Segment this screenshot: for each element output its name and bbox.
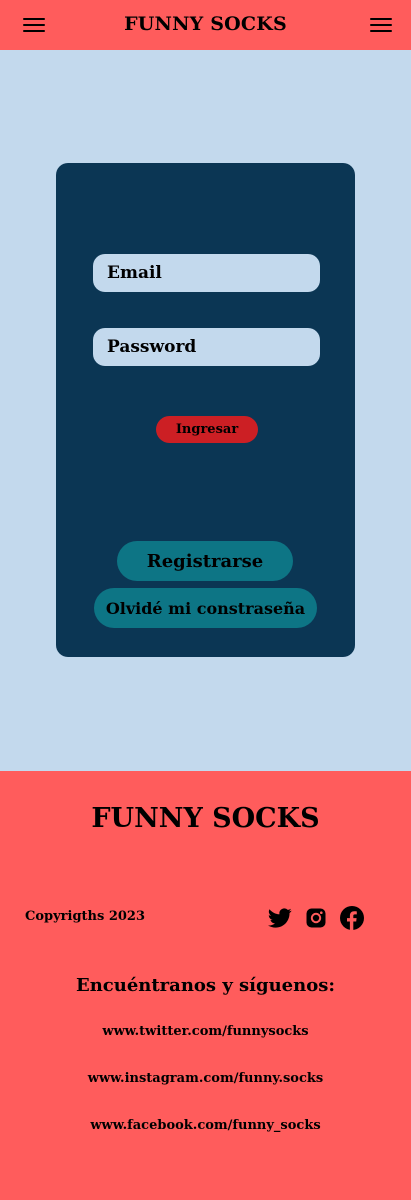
facebook-icon[interactable] [340, 906, 364, 930]
forgot-password-button[interactable]: Olvidé mi constraseña [94, 588, 317, 628]
instagram-link[interactable]: www.instagram.com/funny.socks [0, 1071, 411, 1086]
instagram-icon[interactable] [304, 906, 328, 930]
twitter-link[interactable]: www.twitter.com/funnysocks [0, 1024, 411, 1039]
hamburger-menu-icon[interactable] [370, 14, 392, 36]
footer-brand: FUNNY SOCKS [91, 803, 320, 834]
login-card: Ingresar Registrarse Olvidé mi constrase… [56, 163, 355, 657]
register-button[interactable]: Registrarse [117, 541, 293, 581]
top-header: FUNNY SOCKS [0, 0, 411, 50]
brand-title: FUNNY SOCKS [124, 13, 287, 35]
copyright-text: Copyrigths 2023 [25, 909, 146, 924]
facebook-link[interactable]: www.facebook.com/funny_socks [0, 1118, 411, 1133]
twitter-icon[interactable] [268, 906, 292, 930]
find-us-heading: Encuéntranos y síguenos: [75, 975, 336, 996]
login-button[interactable]: Ingresar [156, 416, 258, 443]
footer: FUNNY SOCKS Copyrigths 2023 Encuéntranos… [0, 771, 411, 1200]
password-field[interactable] [93, 328, 320, 366]
email-field[interactable] [93, 254, 320, 292]
